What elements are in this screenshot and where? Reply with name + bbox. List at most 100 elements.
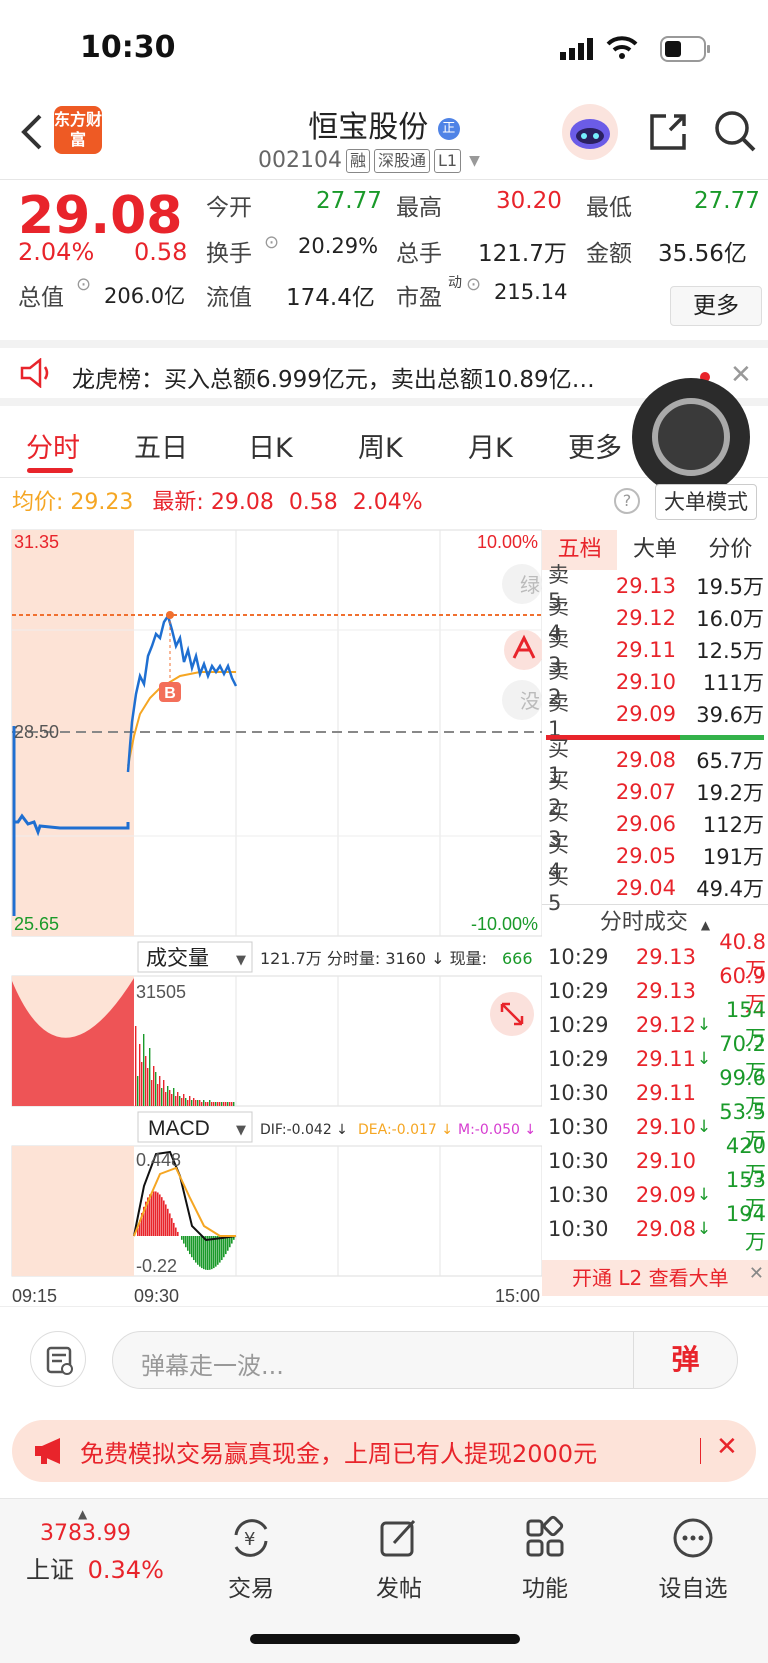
macd-m: M:-0.050 ↓	[458, 1122, 536, 1138]
tick-arrow: ↓	[696, 1219, 712, 1239]
volume-bar	[161, 1088, 163, 1106]
l2-upgrade-banner[interactable]: 开通 L2 查看大单 ✕	[542, 1260, 768, 1296]
chevron-down-icon[interactable]: ▼	[469, 153, 480, 169]
tab-five-day[interactable]: 五日	[134, 426, 188, 465]
intraday-chart[interactable]: B 31.35 28.50 25.65 10.00% -10.00% 绿 没 成…	[0, 526, 542, 1306]
tab-weekly-k[interactable]: 周K	[358, 426, 403, 465]
tick-arrow: ↓	[696, 1015, 712, 1035]
tick-arrow: ↓	[696, 1185, 712, 1205]
macd-bar	[211, 1236, 213, 1270]
macd-bar	[201, 1236, 203, 1269]
l2-text: 开通 L2 查看大单	[572, 1266, 729, 1290]
macd-bar	[191, 1236, 193, 1258]
svg-text:¥: ¥	[244, 1529, 255, 1550]
macd-bar	[199, 1236, 201, 1267]
tab-price-distribution[interactable]: 分价	[693, 530, 768, 570]
help-icon[interactable]: ?	[614, 488, 640, 514]
tick-price: 29.12	[635, 1013, 696, 1037]
float-value: 174.4亿	[286, 285, 375, 311]
info-circle-icon[interactable]: ⊙	[466, 274, 481, 295]
macd-bottom-label: -0.22	[136, 1256, 177, 1276]
bid-list: 买1 29.08 65.7万 买2 29.07 19.2万 买3 29.06 112万 买4…	[542, 737, 768, 915]
macd-bar	[177, 1231, 179, 1236]
tick-price: 29.13	[635, 945, 696, 969]
more-dots-icon	[638, 1513, 748, 1563]
close-icon[interactable]: ✕	[730, 360, 752, 390]
volume-bar	[215, 1102, 217, 1106]
volume-bar	[221, 1102, 223, 1106]
nav-functions-label: 功能	[522, 1576, 568, 1602]
macd-bar	[157, 1192, 159, 1236]
macd-bar	[187, 1236, 189, 1251]
floating-record-button[interactable]	[632, 378, 750, 496]
bid-price: 29.04	[615, 876, 676, 900]
tab-monthly-k[interactable]: 月K	[468, 426, 513, 465]
tab-intraday[interactable]: 分时	[26, 426, 80, 465]
change-amount: 0.58	[134, 238, 188, 266]
ask-price: 29.13	[615, 574, 676, 598]
tab-big-orders[interactable]: 大单	[617, 530, 692, 570]
ask-row[interactable]: 卖1 29.09 39.6万	[542, 691, 768, 741]
tab-daily-k[interactable]: 日K	[248, 426, 293, 465]
nav-add-watchlist[interactable]: 设自选	[638, 1513, 748, 1603]
volume-bar	[169, 1090, 171, 1106]
macd-bar	[175, 1227, 177, 1236]
macd-bar	[183, 1236, 185, 1244]
robot-assistant-icon[interactable]	[562, 104, 618, 160]
bid-volume: 49.4万	[696, 877, 764, 901]
info-circle-icon[interactable]: ⊙	[76, 274, 91, 295]
volume-bar	[213, 1102, 215, 1106]
share-icon[interactable]	[646, 110, 690, 158]
shenzhen-connect-tag: 深股通	[374, 148, 431, 173]
y-max-label: 31.35	[14, 532, 59, 552]
volume-peak-label: 31505	[136, 982, 186, 1002]
macd-bar	[171, 1218, 173, 1236]
search-icon[interactable]	[712, 108, 758, 158]
megaphone-icon	[32, 1436, 66, 1470]
index-ticker[interactable]: ▲ 3783.99 上证 0.34%	[20, 1507, 180, 1585]
close-icon[interactable]: ✕	[749, 1256, 764, 1292]
bid-price: 29.06	[615, 812, 676, 836]
danmu-settings-icon[interactable]	[30, 1331, 86, 1387]
nav-functions[interactable]: 功能	[490, 1513, 600, 1603]
volume-bar	[195, 1100, 197, 1106]
info-circle-icon[interactable]: ⊙	[264, 232, 279, 253]
time-axis-close: 15:00	[495, 1286, 540, 1306]
close-icon[interactable]: ✕	[716, 1432, 738, 1462]
tick-arrow: ↓	[696, 1117, 712, 1137]
stock-nav-bar: 东方财富 恒宝股份 正 002104 融 深股通 L1 ▼	[0, 100, 768, 180]
volume-bar	[209, 1100, 211, 1106]
nav-post[interactable]: 发帖	[344, 1513, 454, 1603]
bid-price: 29.08	[615, 748, 676, 772]
macd-bar	[173, 1222, 175, 1236]
tick-price: 29.08	[635, 1217, 696, 1241]
grid-icon	[490, 1513, 600, 1563]
promo-banner[interactable]: 免费模拟交易赢真现金，上周已有人提现2000元 ✕	[12, 1420, 756, 1482]
tick-time: 10:30	[548, 1149, 609, 1173]
turnover-label: 换手	[206, 241, 252, 267]
macd-bar	[197, 1236, 199, 1265]
bid-row[interactable]: 买5 29.04 49.4万	[542, 865, 768, 915]
compose-icon	[344, 1513, 454, 1563]
macd-bar	[167, 1208, 169, 1236]
stock-code-row[interactable]: 002104 融 深股通 L1 ▼	[258, 148, 480, 173]
avg-value: 29.23	[70, 490, 134, 515]
volume-bar	[211, 1102, 213, 1106]
danmu-input[interactable]: 弹幕走一波... 弹	[112, 1331, 738, 1389]
tab-more[interactable]: 更多	[568, 426, 622, 465]
macd-dif: DIF:-0.042 ↓	[260, 1122, 348, 1138]
intraday-info-line: 均价: 29.23 最新: 29.08 0.58 2.04%	[12, 484, 423, 516]
tick-time: 10:30	[548, 1217, 609, 1241]
macd-bar	[213, 1236, 215, 1269]
macd-bar	[207, 1236, 209, 1270]
volume-bar	[207, 1102, 209, 1106]
nav-trade[interactable]: ¥ 交易	[196, 1513, 306, 1603]
volume-bar	[205, 1102, 207, 1106]
macd-bar	[225, 1236, 227, 1255]
big-order-mode-button[interactable]: 大单模式	[655, 484, 757, 520]
danmu-toggle[interactable]: 弹	[633, 1332, 737, 1388]
tick-time: 10:29	[548, 1013, 609, 1037]
volume-bar	[197, 1100, 199, 1106]
more-button[interactable]: 更多	[670, 286, 762, 326]
macd-bar	[205, 1236, 207, 1270]
